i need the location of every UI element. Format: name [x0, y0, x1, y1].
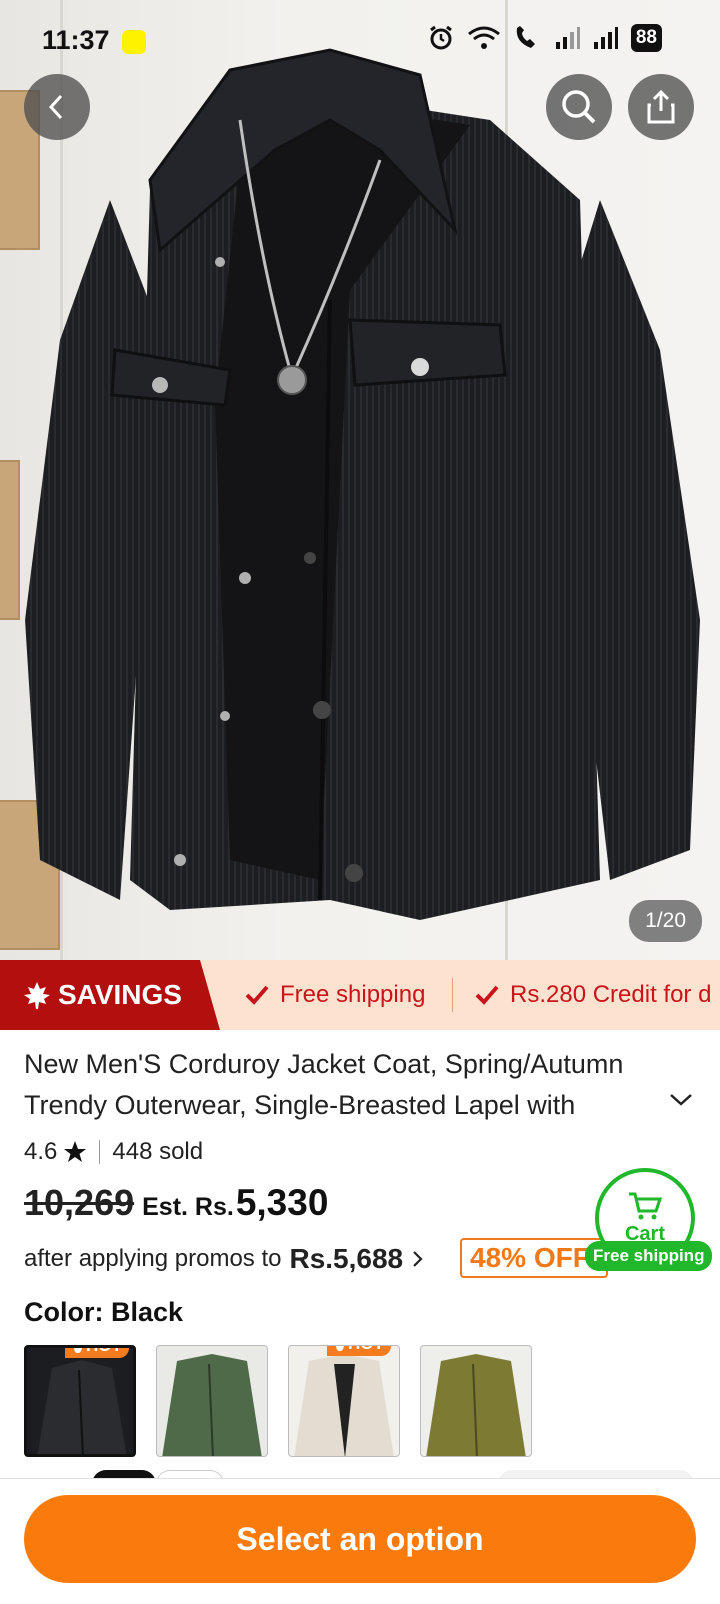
- wifi-calling-icon: [516, 26, 535, 48]
- product-title[interactable]: New Men'S Corduroy Jacket Coat, Spring/A…: [24, 1044, 664, 1126]
- price-row: 10,269 Est. Rs. 5,330: [24, 1182, 328, 1224]
- rating-divider: [99, 1140, 101, 1164]
- signal-icon: [555, 27, 580, 49]
- chevron-left-icon: [48, 94, 63, 120]
- alarm-icon: [429, 25, 452, 50]
- wifi-icon: [467, 26, 500, 49]
- select-option-button[interactable]: Select an option: [24, 1495, 696, 1583]
- sold-count: 448 sold: [112, 1138, 204, 1165]
- cart-icon: [629, 1192, 663, 1219]
- hot-badge: HOT: [327, 1346, 391, 1356]
- swatch-jacket-image: [426, 1354, 526, 1456]
- swatch-jacket-image: [37, 1360, 127, 1454]
- rating-value: 4.6: [24, 1138, 58, 1165]
- maple-leaf-icon: [24, 982, 50, 1009]
- est-price: 5,330: [235, 1182, 329, 1223]
- savings-label: SAVINGS: [58, 979, 182, 1010]
- perk-divider: [452, 978, 453, 1012]
- check-icon: [245, 985, 269, 1005]
- hot-label: HOT: [348, 1346, 384, 1354]
- product-image[interactable]: [0, 0, 720, 960]
- perk-label: Rs.280 Credit for d: [510, 981, 712, 1008]
- search-button[interactable]: [546, 74, 612, 140]
- promo-row[interactable]: after applying promos to Rs.5,688: [24, 1243, 425, 1275]
- swatch-jacket-image: [294, 1354, 394, 1456]
- signal-icon-2: [593, 27, 618, 49]
- flame-icon: [336, 1346, 344, 1351]
- battery-level: 88: [630, 24, 662, 52]
- share-button[interactable]: [628, 74, 694, 140]
- color-selected-value: Black: [111, 1297, 184, 1327]
- color-swatch-beige[interactable]: HOT: [288, 1345, 400, 1457]
- promo-text: after applying promos to: [24, 1245, 282, 1272]
- bottom-action-bar: Select an option: [0, 1478, 720, 1604]
- hot-label: HOT: [86, 1345, 122, 1355]
- chevron-right-icon: [413, 1251, 423, 1267]
- perk-credit: Rs.280 Credit for d: [474, 960, 711, 1030]
- check-icon: [475, 985, 499, 1005]
- est-price-label: Est. Rs.: [142, 1193, 234, 1221]
- flame-icon: [74, 1348, 82, 1353]
- star-icon: [64, 1141, 87, 1162]
- status-time: 11:37: [42, 25, 110, 55]
- color-label: Color: Black: [24, 1297, 183, 1328]
- status-bar: 11:37 88: [0, 0, 720, 84]
- cart-free-shipping-badge: Free shipping: [585, 1241, 713, 1271]
- status-icons: 88: [427, 24, 662, 52]
- promo-price: Rs.5,688: [289, 1243, 404, 1274]
- swatch-jacket-image: [162, 1354, 262, 1456]
- share-icon: [647, 89, 675, 124]
- perk-free-shipping: Free shipping: [244, 960, 425, 1030]
- search-icon: [562, 90, 596, 124]
- savings-banner[interactable]: SAVINGS Free shipping Rs.280 Credit for …: [0, 960, 720, 1030]
- chevron-down-icon[interactable]: [668, 1090, 694, 1110]
- color-label-prefix: Color:: [24, 1297, 104, 1327]
- color-swatch-olive[interactable]: [420, 1345, 532, 1457]
- color-swatches: HOT HOT: [24, 1345, 532, 1457]
- back-button[interactable]: [24, 74, 90, 140]
- savings-tag: SAVINGS: [0, 960, 220, 1030]
- rating-row[interactable]: 4.6 448 sold: [24, 1138, 203, 1166]
- hot-badge: HOT: [65, 1345, 129, 1358]
- perk-label: Free shipping: [280, 981, 426, 1008]
- original-price: 10,269: [24, 1182, 135, 1223]
- jacket-illustration: [25, 48, 700, 920]
- color-swatch-black[interactable]: HOT: [24, 1345, 136, 1457]
- image-counter: 1/20: [629, 900, 702, 942]
- snapchat-notification-icon: [122, 30, 146, 54]
- color-swatch-green[interactable]: [156, 1345, 268, 1457]
